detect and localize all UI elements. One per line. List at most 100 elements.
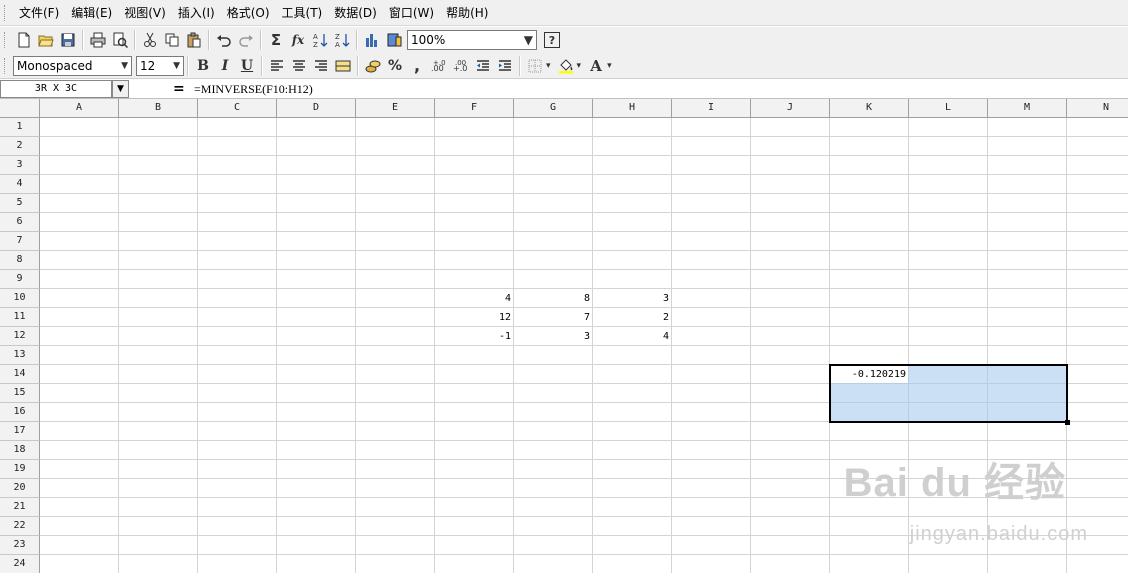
row-header-22[interactable]: 22 <box>0 517 40 536</box>
increase-indent-button[interactable] <box>494 55 516 77</box>
percent-button[interactable]: % <box>384 55 406 77</box>
new-file-button[interactable] <box>13 29 35 51</box>
font-name-select[interactable]: Monospaced ▼ <box>13 55 132 76</box>
row-header-4[interactable]: 4 <box>0 175 40 194</box>
increase-decimal-button[interactable]: .00 +.0 <box>428 55 450 77</box>
row-header-19[interactable]: 19 <box>0 460 40 479</box>
row-header-16[interactable]: 16 <box>0 403 40 422</box>
cut-button[interactable] <box>139 29 161 51</box>
menu-tools[interactable]: 工具(T) <box>276 0 329 26</box>
column-header-a[interactable]: A <box>40 99 119 118</box>
borders-button[interactable] <box>524 55 546 77</box>
column-header-b[interactable]: B <box>119 99 198 118</box>
row-header-18[interactable]: 18 <box>0 441 40 460</box>
name-box[interactable]: 3R X 3C <box>0 80 112 98</box>
row-header-9[interactable]: 9 <box>0 270 40 289</box>
cell-h12[interactable]: 4 <box>593 327 671 346</box>
row-header-1[interactable]: 1 <box>0 118 40 137</box>
row-header-6[interactable]: 6 <box>0 213 40 232</box>
menu-insert[interactable]: 插入(I) <box>172 0 221 26</box>
print-preview-button[interactable] <box>109 29 131 51</box>
column-header-d[interactable]: D <box>277 99 356 118</box>
menu-view[interactable]: 视图(V) <box>118 0 172 26</box>
column-header-m[interactable]: M <box>988 99 1067 118</box>
copy-button[interactable] <box>161 29 183 51</box>
function-button[interactable]: fx <box>287 29 309 51</box>
select-all-corner[interactable] <box>0 99 40 118</box>
row-header-15[interactable]: 15 <box>0 384 40 403</box>
name-box-dropdown[interactable]: ▼ <box>112 80 129 98</box>
redo-button[interactable] <box>235 29 257 51</box>
formula-input[interactable]: =MINVERSE(F10:H12) <box>194 80 313 98</box>
column-header-f[interactable]: F <box>435 99 514 118</box>
cell-k14[interactable]: -0.120219 <box>830 365 908 384</box>
menu-window[interactable]: 窗口(W) <box>383 0 440 26</box>
menu-format[interactable]: 格式(O) <box>221 0 276 26</box>
align-left-button[interactable] <box>266 55 288 77</box>
column-header-g[interactable]: G <box>514 99 593 118</box>
menu-help[interactable]: 帮助(H) <box>440 0 494 26</box>
sort-descending-button[interactable]: ZA <box>331 29 353 51</box>
cell-g10[interactable]: 8 <box>514 289 592 308</box>
row-header-24[interactable]: 24 <box>0 555 40 573</box>
row-header-10[interactable]: 10 <box>0 289 40 308</box>
underline-button[interactable]: U <box>236 55 258 77</box>
merge-cells-button[interactable] <box>332 55 354 77</box>
undo-button[interactable] <box>213 29 235 51</box>
column-header-c[interactable]: C <box>198 99 277 118</box>
menu-file[interactable]: 文件(F) <box>13 0 65 26</box>
row-header-17[interactable]: 17 <box>0 422 40 441</box>
currency-button[interactable] <box>362 55 384 77</box>
row-header-11[interactable]: 11 <box>0 308 40 327</box>
decrease-indent-button[interactable] <box>472 55 494 77</box>
cell-g11[interactable]: 7 <box>514 308 592 327</box>
italic-button[interactable]: I <box>214 55 236 77</box>
chevron-down-icon[interactable]: ▾ <box>607 61 612 71</box>
open-button[interactable] <box>35 29 57 51</box>
column-header-j[interactable]: J <box>751 99 830 118</box>
save-button[interactable] <box>57 29 79 51</box>
bold-button[interactable]: B <box>192 55 214 77</box>
paste-button[interactable] <box>183 29 205 51</box>
chevron-down-icon[interactable]: ▾ <box>577 61 582 71</box>
menu-edit[interactable]: 编辑(E) <box>65 0 118 26</box>
cell-f12[interactable]: -1 <box>435 327 513 346</box>
menu-data[interactable]: 数据(D) <box>328 0 383 26</box>
print-button[interactable] <box>87 29 109 51</box>
format-painter-button[interactable] <box>383 29 405 51</box>
row-header-8[interactable]: 8 <box>0 251 40 270</box>
column-header-l[interactable]: L <box>909 99 988 118</box>
comma-button[interactable]: , <box>406 55 428 77</box>
chart-button[interactable] <box>361 29 383 51</box>
column-header-h[interactable]: H <box>593 99 672 118</box>
row-header-20[interactable]: 20 <box>0 479 40 498</box>
row-header-3[interactable]: 3 <box>0 156 40 175</box>
fill-color-button[interactable] <box>555 55 577 77</box>
row-header-5[interactable]: 5 <box>0 194 40 213</box>
cell-h10[interactable]: 3 <box>593 289 671 308</box>
cell-g12[interactable]: 3 <box>514 327 592 346</box>
cell-h11[interactable]: 2 <box>593 308 671 327</box>
column-header-i[interactable]: I <box>672 99 751 118</box>
chevron-down-icon[interactable]: ▾ <box>546 61 551 71</box>
column-header-e[interactable]: E <box>356 99 435 118</box>
zoom-select[interactable]: 100% ▼ <box>407 30 537 50</box>
column-header-n[interactable]: N <box>1067 99 1128 118</box>
cell-f10[interactable]: 4 <box>435 289 513 308</box>
fill-handle[interactable] <box>1065 420 1070 425</box>
row-header-7[interactable]: 7 <box>0 232 40 251</box>
row-header-23[interactable]: 23 <box>0 536 40 555</box>
column-header-k[interactable]: K <box>830 99 909 118</box>
cell-f11[interactable]: 12 <box>435 308 513 327</box>
row-header-12[interactable]: 12 <box>0 327 40 346</box>
row-header-21[interactable]: 21 <box>0 498 40 517</box>
font-size-select[interactable]: 12 ▼ <box>136 55 184 76</box>
decrease-decimal-button[interactable]: +.0.00 <box>450 55 472 77</box>
row-header-2[interactable]: 2 <box>0 137 40 156</box>
help-button[interactable]: ? <box>541 29 563 51</box>
align-center-button[interactable] <box>288 55 310 77</box>
row-header-14[interactable]: 14 <box>0 365 40 384</box>
row-header-13[interactable]: 13 <box>0 346 40 365</box>
sort-ascending-button[interactable]: AZ <box>309 29 331 51</box>
align-right-button[interactable] <box>310 55 332 77</box>
